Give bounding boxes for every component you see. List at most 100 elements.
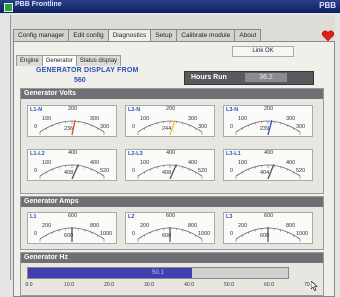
gauge-reading: 236 xyxy=(64,126,74,132)
mouse-cursor-icon xyxy=(311,281,318,291)
gauge-scale-right: 1000 xyxy=(198,231,211,237)
gauge-scale-min: 200 xyxy=(238,223,248,229)
gauge-scale-right: 520 xyxy=(198,168,208,174)
generator-display-title: GENERATOR DISPLAY FROM xyxy=(36,67,139,74)
gauge-scale-right: 520 xyxy=(296,168,306,174)
gauge-scale-right: 300 xyxy=(296,124,306,130)
gauge-reading: 600 xyxy=(260,233,270,239)
subtab-status-display[interactable]: Status display xyxy=(75,55,122,66)
volts-gauge: L3-N 100 200 300 0 300 239 xyxy=(223,105,313,137)
hz-tick-label: 60.0 xyxy=(264,282,274,288)
generator-amps-title: Generator Amps xyxy=(21,197,323,207)
hours-run-box: Hours Run 36.2 xyxy=(184,71,314,85)
gauge-label: L2-L3 xyxy=(128,151,143,157)
gauge-label: L1-N xyxy=(30,107,43,113)
title-bar: PBB Frontline PBB xyxy=(0,0,340,13)
generator-display-source: 560 xyxy=(74,77,86,84)
generator-hz-section: Generator Hz 50.1 0.0 10.0 20.0 30.0 40.0 50.… xyxy=(20,252,324,296)
gauge-label: L3 xyxy=(226,214,233,220)
link-status: Link OK xyxy=(232,46,294,57)
gauge-scale-left: 0 xyxy=(132,124,136,130)
generator-hz-title: Generator Hz xyxy=(21,253,323,263)
gauge-scale-right: 300 xyxy=(198,124,208,130)
gauge-scale-max: 400 xyxy=(188,160,198,166)
gauge-reading: 408 xyxy=(64,170,74,176)
gauge-label: L2 xyxy=(128,214,135,220)
gauge-scale-max: 300 xyxy=(188,116,198,122)
gauge-scale-left: 0 xyxy=(34,124,38,130)
gauge-reading: 239 xyxy=(260,126,270,132)
gauge-scale-max: 800 xyxy=(286,223,296,229)
volts-gauge: L2-L3 100 400 400 0 520 408 xyxy=(125,149,215,181)
gauge-scale-max: 400 xyxy=(286,160,296,166)
amps-gauge: L3 200 600 800 0 1000 600 xyxy=(223,212,313,244)
gauge-label: L3-L1 xyxy=(226,151,241,157)
gauge-scale-mid: 200 xyxy=(166,106,176,112)
gauge-reading: 600 xyxy=(64,233,74,239)
hz-scale: 0.0 10.0 20.0 30.0 40.0 50.0 60.0 70.0 xyxy=(21,282,321,290)
gauge-scale-min: 100 xyxy=(238,160,248,166)
gauge-scale-max: 300 xyxy=(90,116,100,122)
hz-tick-label: 20.0 xyxy=(104,282,114,288)
hours-run-label: Hours Run xyxy=(191,74,227,81)
hz-tick-label: 10.0 xyxy=(64,282,74,288)
hours-run-value: 36.2 xyxy=(245,73,287,82)
gauge-scale-mid: 400 xyxy=(166,150,176,156)
gauge-label: L1 xyxy=(30,214,37,220)
gauge-reading: 408 xyxy=(162,170,172,176)
gauge-scale-left: 0 xyxy=(132,231,136,237)
gauge-label: L2-N xyxy=(128,107,141,113)
gauge-scale-min: 100 xyxy=(140,160,150,166)
gauge-scale-min: 100 xyxy=(42,116,52,122)
gauge-scale-mid: 600 xyxy=(68,213,78,219)
hz-tick-label: 40.0 xyxy=(184,282,194,288)
amps-gauge: L1 200 600 800 0 1000 600 xyxy=(27,212,117,244)
gauge-scale-max: 400 xyxy=(90,160,100,166)
hz-tick-label: 30.0 xyxy=(144,282,154,288)
diagnostics-panel: Link OK Engine Generator Status display … xyxy=(13,41,335,297)
gauge-scale-right: 300 xyxy=(100,124,110,130)
application-window: Config manager Edit config Diagnostics S… xyxy=(10,15,335,297)
gauge-scale-max: 800 xyxy=(90,223,100,229)
gauge-reading: 600 xyxy=(162,233,172,239)
gauge-scale-min: 200 xyxy=(42,223,52,229)
gauge-scale-left: 0 xyxy=(34,231,38,237)
gauge-label: L3-N xyxy=(226,107,239,113)
gauge-scale-right: 520 xyxy=(100,168,110,174)
gauge-scale-right: 1000 xyxy=(100,231,113,237)
sub-tabs: Engine Generator Status display xyxy=(16,55,122,66)
gauge-scale-mid: 400 xyxy=(68,150,78,156)
gauge-scale-mid: 200 xyxy=(68,106,78,112)
gauge-scale-mid: 200 xyxy=(264,106,274,112)
gauge-scale-mid: 600 xyxy=(166,213,176,219)
gauge-scale-left: 0 xyxy=(132,168,136,174)
gauge-reading: 404 xyxy=(260,170,270,176)
generator-volts-title: Generator Volts xyxy=(21,89,323,99)
gauge-label: L1-L2 xyxy=(30,151,45,157)
gauge-scale-min: 100 xyxy=(140,116,150,122)
hz-bar-value: 50.1 xyxy=(152,270,164,276)
hz-tick-label: 0.0 xyxy=(25,282,33,288)
gauge-scale-left: 0 xyxy=(34,168,38,174)
gauge-scale-min: 100 xyxy=(238,116,248,122)
subtab-generator[interactable]: Generator xyxy=(41,55,77,66)
window-title-right: PBB xyxy=(319,1,336,10)
volts-gauge: L1-N 100 200 300 0 300 236 xyxy=(27,105,117,137)
generator-amps-section: Generator Amps L1 200 600 800 0 1000 600 L2 200 6… xyxy=(20,196,324,250)
window-title: PBB Frontline xyxy=(15,1,62,8)
subtab-engine[interactable]: Engine xyxy=(16,55,43,66)
gauge-scale-left: 0 xyxy=(230,124,234,130)
generator-volts-section: Generator Volts L1-N 100 200 300 0 300 236 L2-N… xyxy=(20,88,324,194)
gauge-scale-min: 100 xyxy=(42,160,52,166)
gauge-scale-right: 1000 xyxy=(296,231,309,237)
gauge-scale-max: 300 xyxy=(286,116,296,122)
gauge-scale-left: 0 xyxy=(230,231,234,237)
hz-bar: 50.1 xyxy=(27,267,289,279)
amps-gauge: L2 200 600 800 0 1000 600 xyxy=(125,212,215,244)
volts-gauge: L1-L2 100 400 400 0 520 408 xyxy=(27,149,117,181)
gauge-scale-mid: 600 xyxy=(264,213,274,219)
gauge-scale-max: 800 xyxy=(188,223,198,229)
gauge-scale-mid: 400 xyxy=(264,150,274,156)
app-icon xyxy=(4,3,13,12)
gauge-scale-min: 200 xyxy=(140,223,150,229)
